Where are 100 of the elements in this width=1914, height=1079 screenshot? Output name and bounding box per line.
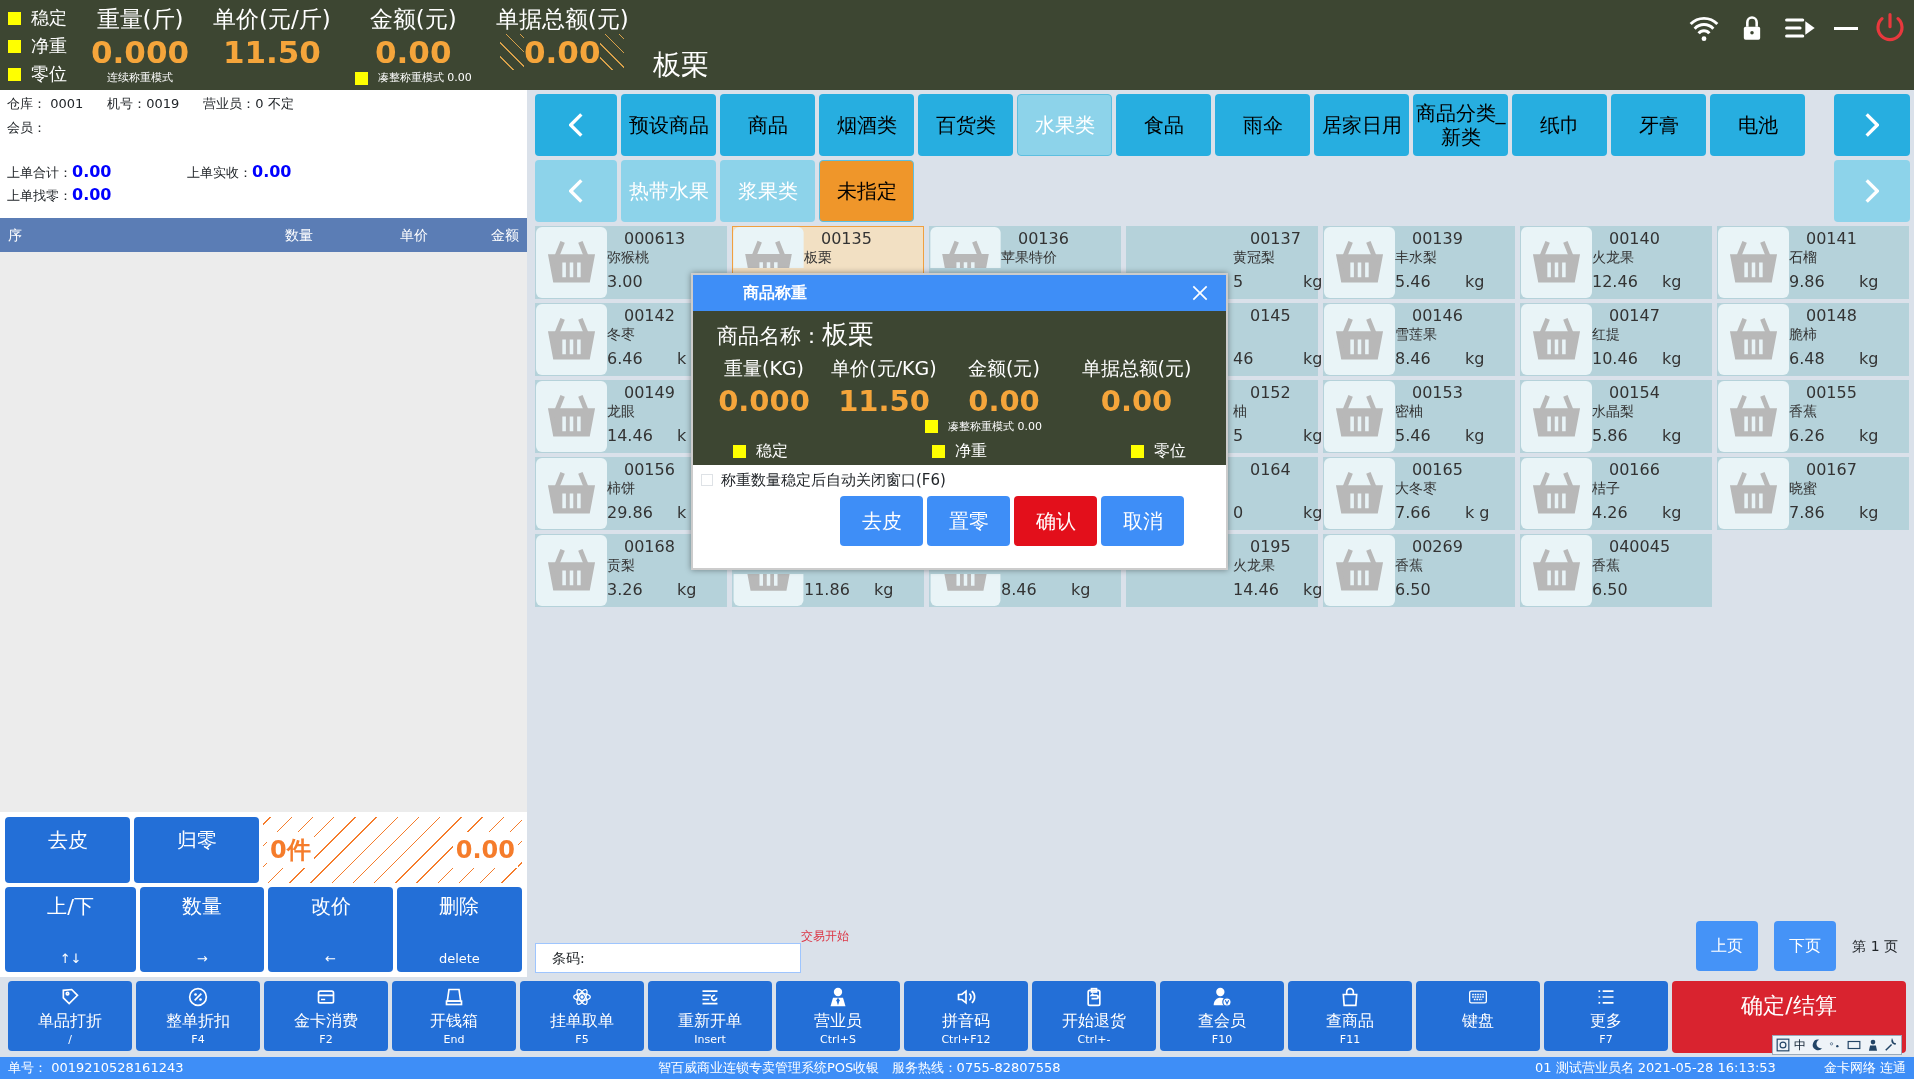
product-price: 0 [1233,502,1245,524]
metric-label: 金额(元) [968,356,1040,381]
unit-label: kg [1303,502,1323,524]
column-header: 单价 [399,225,428,245]
product-code: 0152 [1250,383,1291,402]
product-name: 大冬枣 [1395,480,1437,496]
unit-label: k [677,425,687,447]
total-amount: 0.00 [452,832,518,869]
unit-label: kg [1662,502,1682,524]
unit-label: kg [1465,425,1485,447]
unit-label: kg [1071,579,1091,601]
metric-value: 0.000 [91,34,190,70]
product-price: 6.50 [1592,579,1629,601]
product-price: 4.26 [1592,502,1629,524]
product-name: 柿饼 [607,480,635,496]
indicator-label: 稳定 [31,6,67,30]
product-code: 00142 [624,306,675,325]
total-label: 上单实收： [187,164,252,182]
product-code: 00168 [624,537,675,556]
product-price: 7.86 [1789,502,1826,524]
metric-value: 11.50 [838,382,930,419]
product-code: 00154 [1609,383,1660,402]
unit-label: kg [1662,348,1682,370]
product-code: 0195 [1250,537,1291,556]
product-name: 石榴 [1789,249,1817,265]
metric-value: 0.00 [375,34,452,70]
unit-label: k g [1465,502,1490,524]
product-code: 00153 [1412,383,1463,402]
product-name: 香蕉 [1789,403,1817,419]
product-name: 板栗 [822,318,874,351]
product-code: 00146 [1412,306,1463,325]
product-code: 0164 [1250,460,1291,479]
unit-label: k [677,502,687,524]
indicator-label: 净重 [31,34,67,58]
unit-label: kg [1859,348,1879,370]
product-code: 00165 [1412,460,1463,479]
product-code: 00139 [1412,229,1463,248]
total-value: 0.00 [252,161,292,183]
product-code: 00155 [1806,383,1857,402]
product-price: 6.26 [1789,425,1826,447]
product-price: 8.46 [1001,579,1038,601]
product-price: 46 [1233,348,1255,370]
product-name: 香蕉 [1395,557,1423,573]
metric-value: 11.50 [222,34,321,70]
unit-label: kg [1465,271,1485,293]
indicator-label: 净重 [955,440,987,462]
metric-label: 重量(KG) [724,356,804,381]
product-code: 00269 [1412,537,1463,556]
info-text: 营业员：0 不定 [203,95,294,113]
product-price: 5 [1233,425,1245,447]
unit-label: kg [1303,425,1323,447]
page-indicator: 第 1 页 [1852,936,1898,956]
product-price: 14.46 [607,425,654,447]
operator-info: 01 测试营业员名 2021-05-28 16:13:53 [1535,1059,1776,1078]
product-code: 00156 [624,460,675,479]
metric-label: 单价(元/斤) [213,5,331,34]
product-name: 苹果特价 [1001,249,1057,265]
mode-label: 凑整称重模式 0.00 [948,418,1042,435]
item-count: 0件 [267,832,314,869]
product-code: 00136 [1018,229,1069,248]
product-code: 00141 [1806,229,1857,248]
metric-label: 单价(元/KG) [831,356,937,381]
product-name: 板栗 [804,249,832,265]
product-name: 弥猴桃 [607,249,649,265]
product-price: 11.86 [804,579,851,601]
unit-label: kg [1662,271,1682,293]
product-name: 柚 [1233,403,1247,419]
product-price: 29.86 [607,502,654,524]
total-label: 上单合计： [7,164,72,182]
product-name: 水晶梨 [1592,403,1634,419]
product-code: 00166 [1609,460,1660,479]
product-code: 00149 [624,383,675,402]
product-code: 040045 [1609,537,1671,556]
total-value: 0.00 [72,161,112,183]
network-status: 金卡网络 连通 [1823,1059,1906,1078]
product-name: 板栗 [652,47,709,83]
unit-label: kg [1859,425,1879,447]
product-price: 6.50 [1395,579,1432,601]
product-code: 00148 [1806,306,1857,325]
product-price: 12.46 [1592,271,1639,293]
product-code: 00140 [1609,229,1660,248]
product-price: 5.86 [1592,425,1629,447]
product-name: 红提 [1592,326,1620,342]
product-price: 10.46 [1592,348,1639,370]
total-label: 上单找零： [7,187,72,205]
product-name: 贡梨 [607,557,635,573]
product-price: 6.46 [607,348,644,370]
unit-label: kg [1465,348,1485,370]
product-price: 5 [1233,271,1245,293]
status-text: 交易开始 [801,928,849,945]
product-name: 脆柿 [1789,326,1817,342]
product-code: 00137 [1250,229,1301,248]
unit-label: kg [874,579,894,601]
product-name: 火龙果 [1233,557,1275,573]
product-code: 0145 [1250,306,1291,325]
total-value: 0.00 [72,184,112,206]
product-name: 龙眼 [607,403,635,419]
unit-label: kg [1662,425,1682,447]
order-number: 单号： 0019210528161243 [8,1059,184,1078]
product-name: 香蕉 [1592,557,1620,573]
